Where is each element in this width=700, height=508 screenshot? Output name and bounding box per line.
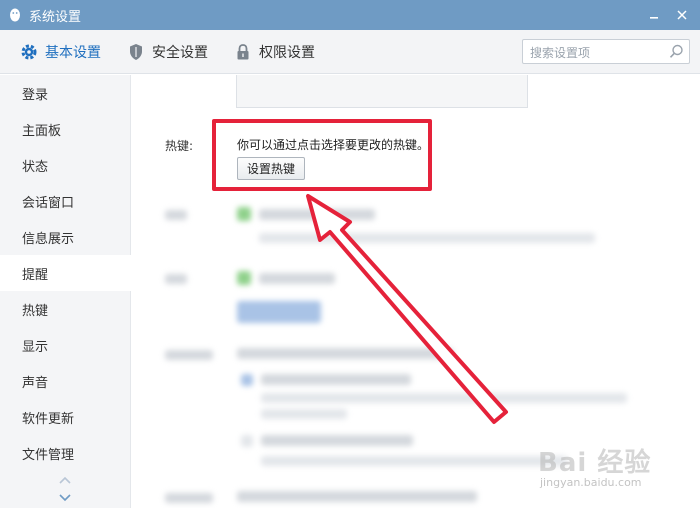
- blurred-text: [261, 374, 411, 385]
- blurred-text: [261, 393, 627, 403]
- tab-security-settings-label: 安全设置: [152, 45, 208, 61]
- sidebar-item-label: 主面板: [22, 123, 62, 139]
- sidebar-item-label: 会话窗口: [22, 195, 75, 211]
- blurred-text: [237, 491, 477, 502]
- settings-content: 热键: 你可以通过点击选择要更改的热键。 设置热键: [131, 75, 700, 508]
- sidebar-item-sound[interactable]: 声音: [0, 363, 131, 399]
- sidebar-item-label: 提醒: [22, 267, 49, 283]
- tab-permission-settings[interactable]: 权限设置: [234, 30, 315, 74]
- window-title: 系统设置: [29, 9, 82, 25]
- sidebar-item-info-display[interactable]: 信息展示: [0, 219, 131, 255]
- blurred-label: [165, 274, 187, 284]
- blurred-text: [261, 435, 413, 446]
- hotkey-label: 热键:: [165, 139, 194, 153]
- title-bar: 系统设置: [0, 0, 700, 30]
- settings-sidebar: 登录 主面板 状态 会话窗口 信息展示 提醒 热键 显示 声音 软件更新 文件管…: [0, 75, 131, 508]
- highlight-box: [212, 119, 432, 191]
- blurred-checkbox: [237, 271, 251, 285]
- sidebar-item-label: 显示: [22, 339, 49, 355]
- sidebar-item-label: 文件管理: [22, 447, 75, 463]
- sidebar-item-main-panel[interactable]: 主面板: [0, 111, 131, 147]
- sidebar-item-login[interactable]: 登录: [0, 75, 131, 111]
- settings-nav-bar: 基本设置 安全设置 权限设置 搜索设置项: [0, 30, 700, 74]
- previous-section-box: [236, 75, 528, 108]
- blurred-text: [237, 348, 453, 359]
- close-button[interactable]: [668, 0, 696, 30]
- sidebar-item-label: 热键: [22, 303, 49, 319]
- blurred-radio: [241, 435, 253, 447]
- tab-basic-settings-label: 基本设置: [45, 45, 101, 61]
- tab-basic-settings[interactable]: 基本设置: [20, 30, 101, 74]
- sidebar-item-software-update[interactable]: 软件更新: [0, 399, 131, 435]
- sidebar-item-hotkey[interactable]: 热键: [0, 291, 131, 327]
- lock-icon: [234, 43, 252, 61]
- shield-icon: [127, 43, 145, 61]
- blurred-button: [237, 301, 321, 323]
- sidebar-item-label: 信息展示: [22, 231, 75, 247]
- gear-icon: [20, 43, 38, 61]
- sidebar-item-label: 软件更新: [22, 411, 75, 427]
- sidebar-item-label: 声音: [22, 375, 49, 391]
- sidebar-item-reminder[interactable]: 提醒: [0, 255, 131, 291]
- blurred-text: [261, 409, 347, 419]
- penguin-logo-icon: [7, 7, 23, 23]
- sidebar-item-label: 登录: [22, 87, 49, 103]
- scroll-more-chevron-icon[interactable]: [56, 473, 74, 505]
- sidebar-item-label: 状态: [22, 159, 49, 175]
- blurred-checkbox: [237, 207, 251, 221]
- tab-permission-settings-label: 权限设置: [259, 45, 315, 61]
- blurred-label: [165, 493, 213, 503]
- tab-security-settings[interactable]: 安全设置: [127, 30, 208, 74]
- sidebar-item-display[interactable]: 显示: [0, 327, 131, 363]
- sidebar-item-chat-window[interactable]: 会话窗口: [0, 183, 131, 219]
- search-icon[interactable]: [668, 43, 685, 60]
- search-placeholder: 搜索设置项: [530, 46, 591, 60]
- search-input[interactable]: 搜索设置项: [522, 39, 690, 64]
- minimize-button[interactable]: [640, 0, 668, 30]
- blurred-text: [259, 233, 595, 243]
- blurred-label: [165, 210, 187, 220]
- sidebar-item-file-management[interactable]: 文件管理: [0, 435, 131, 471]
- blurred-text: [261, 456, 567, 466]
- blurred-text: [259, 273, 335, 284]
- blurred-label: [165, 350, 213, 360]
- blurred-radio: [241, 374, 253, 386]
- sidebar-item-status[interactable]: 状态: [0, 147, 131, 183]
- blurred-text: [259, 209, 375, 220]
